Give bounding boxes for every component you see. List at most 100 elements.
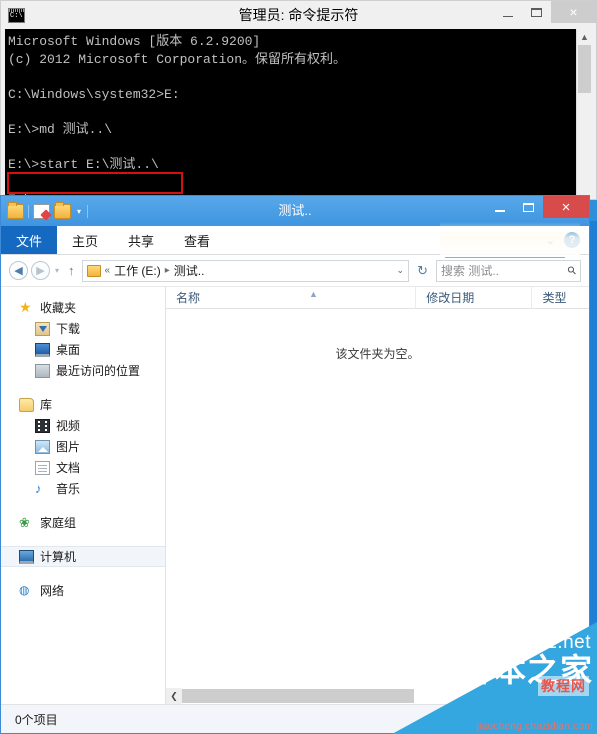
star-icon: ★ [19,298,32,315]
column-label: 修改日期 [426,291,475,305]
explorer-maximize-button[interactable] [514,196,543,218]
column-header-name[interactable]: 名称 ▲ [166,287,417,309]
sidebar-item-downloads[interactable]: 下载 [1,318,165,339]
hscroll-thumb[interactable] [182,689,414,703]
sidebar-item-libraries[interactable]: 库 [1,394,165,415]
chevron-down-icon[interactable]: ▾ [75,207,83,216]
sidebar-item-label: 网络 [40,584,65,598]
item-count-label: 0个项目 [15,712,58,727]
explorer-body: ★ 收藏夹 下载 桌面 最近访问的位置 库 视频 图片 文档 ♪ 音乐 ❀ 家庭… [1,287,589,704]
cmd-line: (c) 2012 Microsoft Corporation。保留所有权利。 [8,51,347,67]
column-label: 名称 [176,291,201,305]
explorer-close-button[interactable]: × [543,196,589,218]
explorer-title-bar[interactable]: ▾ 测试.. × [1,196,589,226]
tab-share[interactable]: 共享 [113,226,169,254]
column-header-row[interactable]: 名称 ▲ 修改日期 类型 [166,287,589,309]
cmd-scroll-thumb[interactable] [578,45,591,93]
address-bar-row[interactable]: ◀ ▶ ▾ ↑ « 工作 (E:) ▸ 测试.. ⌄ ↻ 搜索 测试.. ⚲ [1,255,589,287]
search-placeholder: 搜索 测试.. [441,264,500,278]
column-label: 类型 [542,291,567,305]
desktop-background-right [589,195,597,734]
nav-spacer-2 [1,499,165,512]
sidebar-item-computer[interactable]: 计算机 [1,546,165,567]
sidebar-item-homegroup[interactable]: ❀ 家庭组 [1,512,165,533]
desktop-icon [35,342,50,357]
cmd-scroll-up-arrow[interactable]: ▲ [577,29,592,45]
sidebar-item-label: 文档 [56,461,81,475]
breadcrumb-drive[interactable]: 工作 (E:) [114,262,161,279]
cmd-line: E:\>start E:\测试..\ [8,156,159,172]
scroll-left-arrow[interactable]: ❮ [166,688,182,704]
command-prompt-window[interactable]: C:\ 管理员: 命令提示符 × Microsoft Windows [版本 6… [0,0,597,200]
explorer-minimize-button[interactable] [485,196,514,218]
ribbon-right-controls: ⌄ ? [546,226,589,254]
search-icon[interactable]: ⚲ [565,263,579,278]
sidebar-item-videos[interactable]: 视频 [1,415,165,436]
refresh-icon[interactable]: ↻ [412,263,433,279]
ribbon-tab-bar[interactable]: 文件 主页 共享 查看 ⌄ ? [1,226,589,255]
sidebar-item-network[interactable]: ◍ 网络 [1,580,165,601]
sidebar-item-music[interactable]: ♪ 音乐 [1,478,165,499]
chevron-down-icon[interactable]: ⌄ [391,265,405,276]
cmd-console-output[interactable]: Microsoft Windows [版本 6.2.9200] (c) 2012 … [5,29,592,196]
tab-file[interactable]: 文件 [1,226,58,254]
sidebar-item-label: 家庭组 [40,516,77,530]
quick-access-toolbar[interactable]: ▾ [1,201,89,219]
cmd-text-lines: Microsoft Windows [版本 6.2.9200] (c) 2012 … [5,29,592,196]
cmd-title-bar[interactable]: C:\ 管理员: 命令提示符 × [1,1,596,29]
new-folder-icon[interactable] [54,201,71,219]
properties-icon[interactable] [33,203,50,219]
render-artifact-line [445,257,565,258]
cmd-line [8,173,592,191]
cmd-line [8,138,592,156]
file-explorer-window[interactable]: ▾ 测试.. × 文件 主页 共享 查看 ⌄ ? ◀ ▶ ▾ ↑ « 工作 (E… [0,195,590,734]
recent-locations-icon[interactable]: ▾ [53,266,61,275]
breadcrumb-separator-icon[interactable]: ▸ [165,265,170,276]
screen: C:\ 管理员: 命令提示符 × Microsoft Windows [版本 6… [0,0,597,734]
sidebar-item-documents[interactable]: 文档 [1,457,165,478]
nav-spacer-3 [1,533,165,546]
sidebar-item-label: 最近访问的位置 [56,364,141,378]
console-icon: C:\ [8,7,25,23]
breadcrumb-folder[interactable]: 测试.. [174,262,205,279]
cmd-close-button[interactable]: × [551,1,596,23]
file-list-pane[interactable]: 名称 ▲ 修改日期 类型 该文件夹为空。 ❮ [166,287,589,704]
navigation-pane[interactable]: ★ 收藏夹 下载 桌面 最近访问的位置 库 视频 图片 文档 ♪ 音乐 ❀ 家庭… [1,287,166,704]
sidebar-item-recent-places[interactable]: 最近访问的位置 [1,360,165,381]
sidebar-item-favorites[interactable]: ★ 收藏夹 [1,297,165,318]
cmd-minimize-button[interactable] [493,1,522,23]
chevron-down-icon[interactable]: ⌄ [546,234,555,247]
search-input[interactable]: 搜索 测试.. ⚲ [436,259,581,282]
network-icon: ◍ [19,582,30,597]
sidebar-item-label: 下载 [56,322,81,336]
breadcrumb-overflow-icon[interactable]: « [105,265,111,276]
video-icon [35,418,50,433]
address-breadcrumb-bar[interactable]: « 工作 (E:) ▸ 测试.. ⌄ [81,259,410,282]
homegroup-icon: ❀ [19,514,30,530]
forward-button[interactable]: ▶ [31,261,50,280]
sidebar-item-label: 库 [40,398,53,412]
column-header-type[interactable]: 类型 [532,287,589,309]
pictures-icon [35,439,50,454]
cmd-maximize-button[interactable] [522,1,551,23]
qat-divider [28,204,29,218]
sort-ascending-icon: ▲ [309,288,318,299]
file-list-horizontal-scrollbar[interactable]: ❮ [166,688,589,704]
qat-divider-2 [87,204,89,218]
back-button[interactable]: ◀ [9,261,28,280]
documents-icon [35,460,50,475]
folder-icon[interactable] [7,201,24,219]
up-button[interactable]: ↑ [64,263,79,278]
tab-view[interactable]: 查看 [169,226,225,254]
sidebar-item-label: 图片 [56,440,81,454]
sidebar-item-pictures[interactable]: 图片 [1,436,165,457]
help-icon[interactable]: ? [564,232,580,248]
cmd-vertical-scrollbar[interactable]: ▲ [576,29,592,196]
tab-home[interactable]: 主页 [57,226,113,254]
sidebar-item-desktop[interactable]: 桌面 [1,339,165,360]
library-icon [19,397,34,412]
music-icon: ♪ [35,480,42,496]
column-header-date-modified[interactable]: 修改日期 [416,287,533,309]
empty-folder-message: 该文件夹为空。 [335,347,420,361]
